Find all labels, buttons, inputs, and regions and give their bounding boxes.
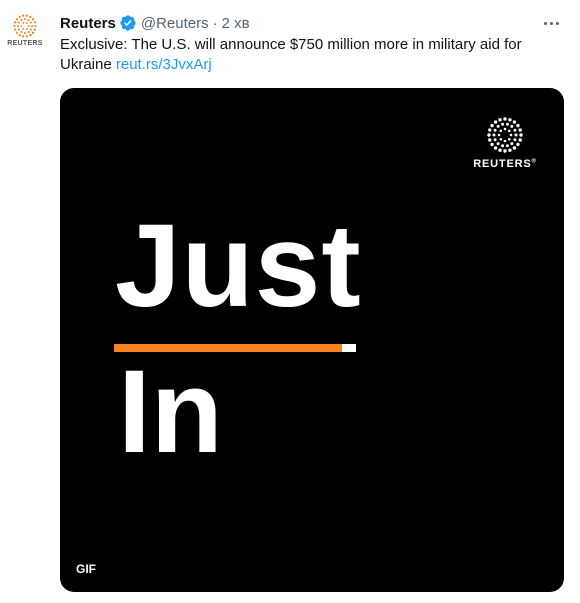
headline-top: Just [115,200,362,332]
media-gif[interactable]: REUTERS® Just In GIF [60,88,564,592]
more-options-icon[interactable] [536,12,566,34]
tweet-text: Exclusive: The U.S. will announce $750 m… [60,35,560,75]
tweet[interactable]: REUTERS Reuters @Reuters · 2 хв Exclusiv… [0,0,580,603]
headline-bottom: In [118,346,223,478]
reuters-logo-mark-icon [487,117,523,153]
avatar[interactable]: REUTERS [6,14,44,52]
media-logo-word: REUTERS [473,158,532,170]
tweet-header: Reuters @Reuters · 2 хв [60,12,566,34]
gif-badge: GIF [76,562,96,576]
avatar-label: REUTERS [7,40,43,47]
media-logo: REUTERS® [472,116,538,172]
author-name[interactable]: Reuters [60,15,116,32]
author-handle[interactable]: @Reuters [141,15,209,32]
verified-badge-icon [119,14,137,32]
separator-dot: · [212,14,218,32]
registered-mark: ® [531,158,537,165]
timestamp[interactable]: 2 хв [222,15,250,32]
reuters-logo-icon [13,14,37,38]
tweet-link[interactable]: reut.rs/3JvxArj [116,56,212,73]
accent-bar-end [342,344,356,352]
media-logo-text: REUTERS® [473,158,536,170]
